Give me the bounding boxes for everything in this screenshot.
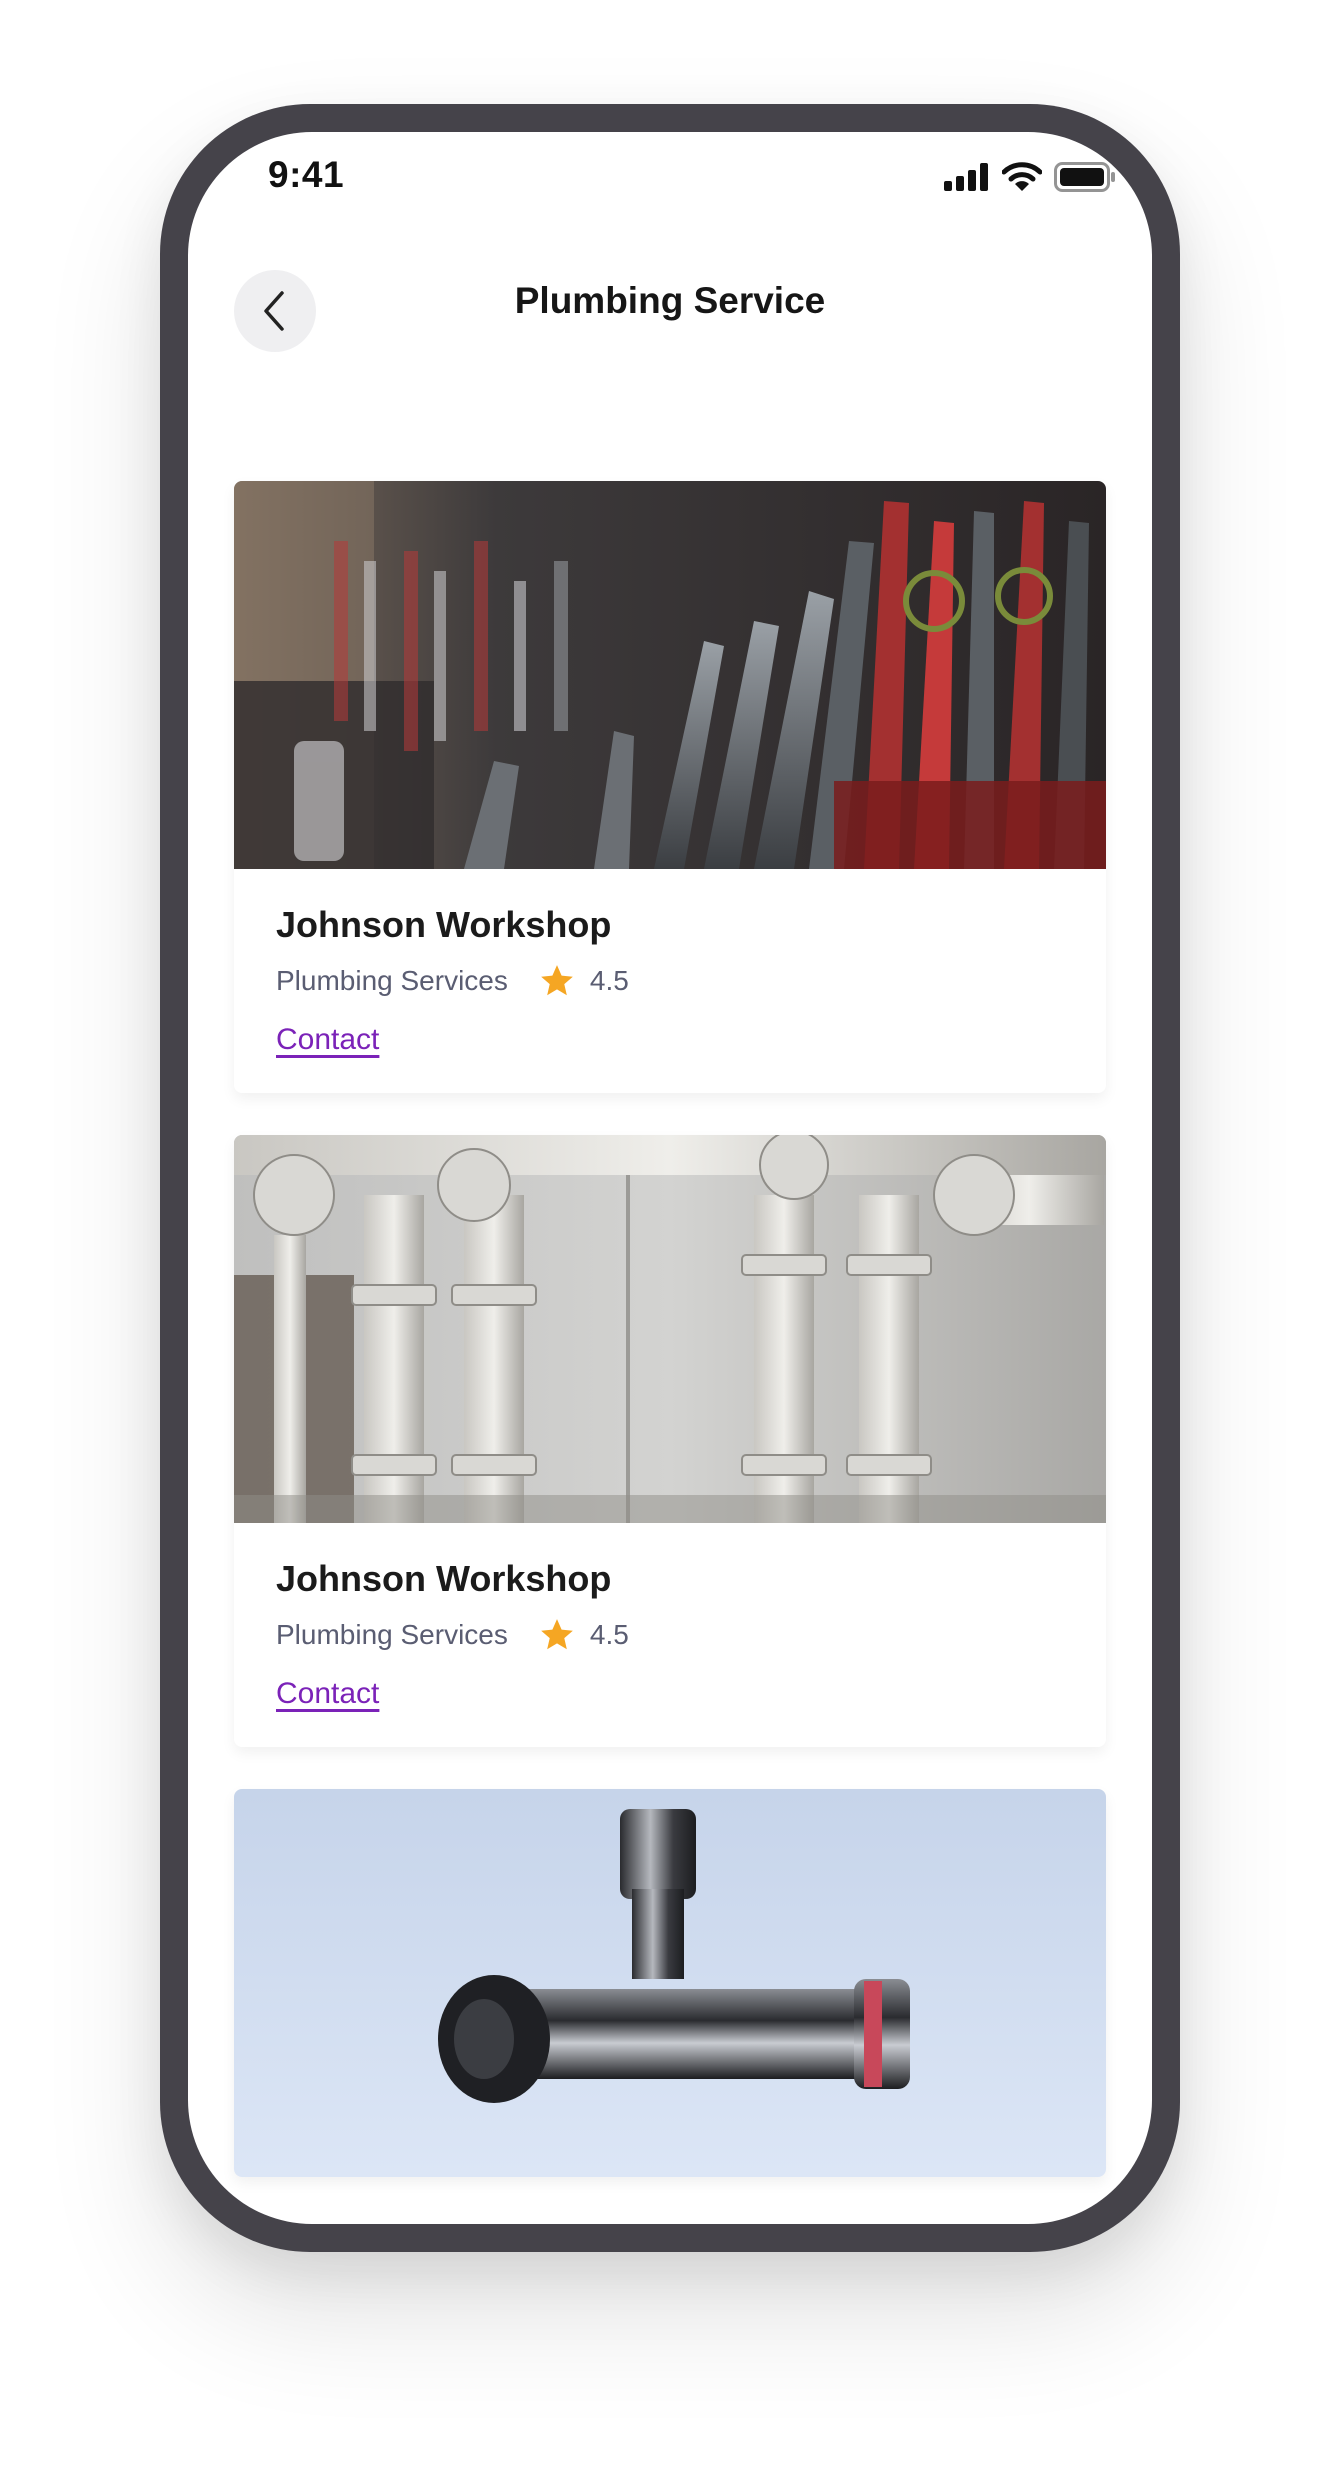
tools-wall-photo bbox=[234, 481, 1106, 869]
card-rating: 4.5 bbox=[589, 965, 629, 996]
card-meta: Plumbing Services 4.5 bbox=[276, 1615, 1064, 1655]
workshop-card[interactable] bbox=[234, 1789, 1106, 2177]
star-icon bbox=[541, 965, 573, 996]
status-time: 9:41 bbox=[268, 154, 345, 195]
star-icon bbox=[541, 1619, 573, 1650]
workshop-card[interactable]: Johnson Workshop Plumbing Services 4.5 C… bbox=[234, 1135, 1106, 1747]
card-title: Johnson Workshop bbox=[276, 904, 612, 945]
card-category: Plumbing Services bbox=[276, 965, 508, 996]
industrial-pipes-photo bbox=[234, 1135, 1106, 1523]
workshop-card[interactable]: Johnson Workshop Plumbing Services 4.5 C… bbox=[234, 481, 1106, 1093]
angle-valve-photo bbox=[234, 1789, 1106, 2177]
contact-link[interactable]: Contact bbox=[276, 1677, 379, 1711]
phone-frame: 9:41 Plumbing Service Johnson Workshop P… bbox=[160, 104, 1180, 2252]
card-rating: 4.5 bbox=[589, 1619, 629, 1650]
card-body: Johnson Workshop Plumbing Services 4.5 C… bbox=[234, 869, 1106, 1093]
wifi-icon bbox=[1002, 162, 1042, 191]
card-title: Johnson Workshop bbox=[276, 1558, 612, 1599]
phone-screen: 9:41 Plumbing Service Johnson Workshop P… bbox=[188, 132, 1152, 2224]
card-body: Johnson Workshop Plumbing Services 4.5 C… bbox=[234, 1523, 1106, 1747]
card-meta: Plumbing Services 4.5 bbox=[276, 961, 1064, 1001]
cellular-signal-icon bbox=[944, 163, 988, 191]
battery-icon bbox=[1054, 162, 1115, 192]
status-bar: 9:41 bbox=[188, 132, 1152, 232]
contact-link[interactable]: Contact bbox=[276, 1023, 379, 1057]
page-title: Plumbing Service bbox=[514, 280, 826, 321]
card-category: Plumbing Services bbox=[276, 1619, 508, 1650]
status-icons bbox=[944, 162, 1116, 192]
